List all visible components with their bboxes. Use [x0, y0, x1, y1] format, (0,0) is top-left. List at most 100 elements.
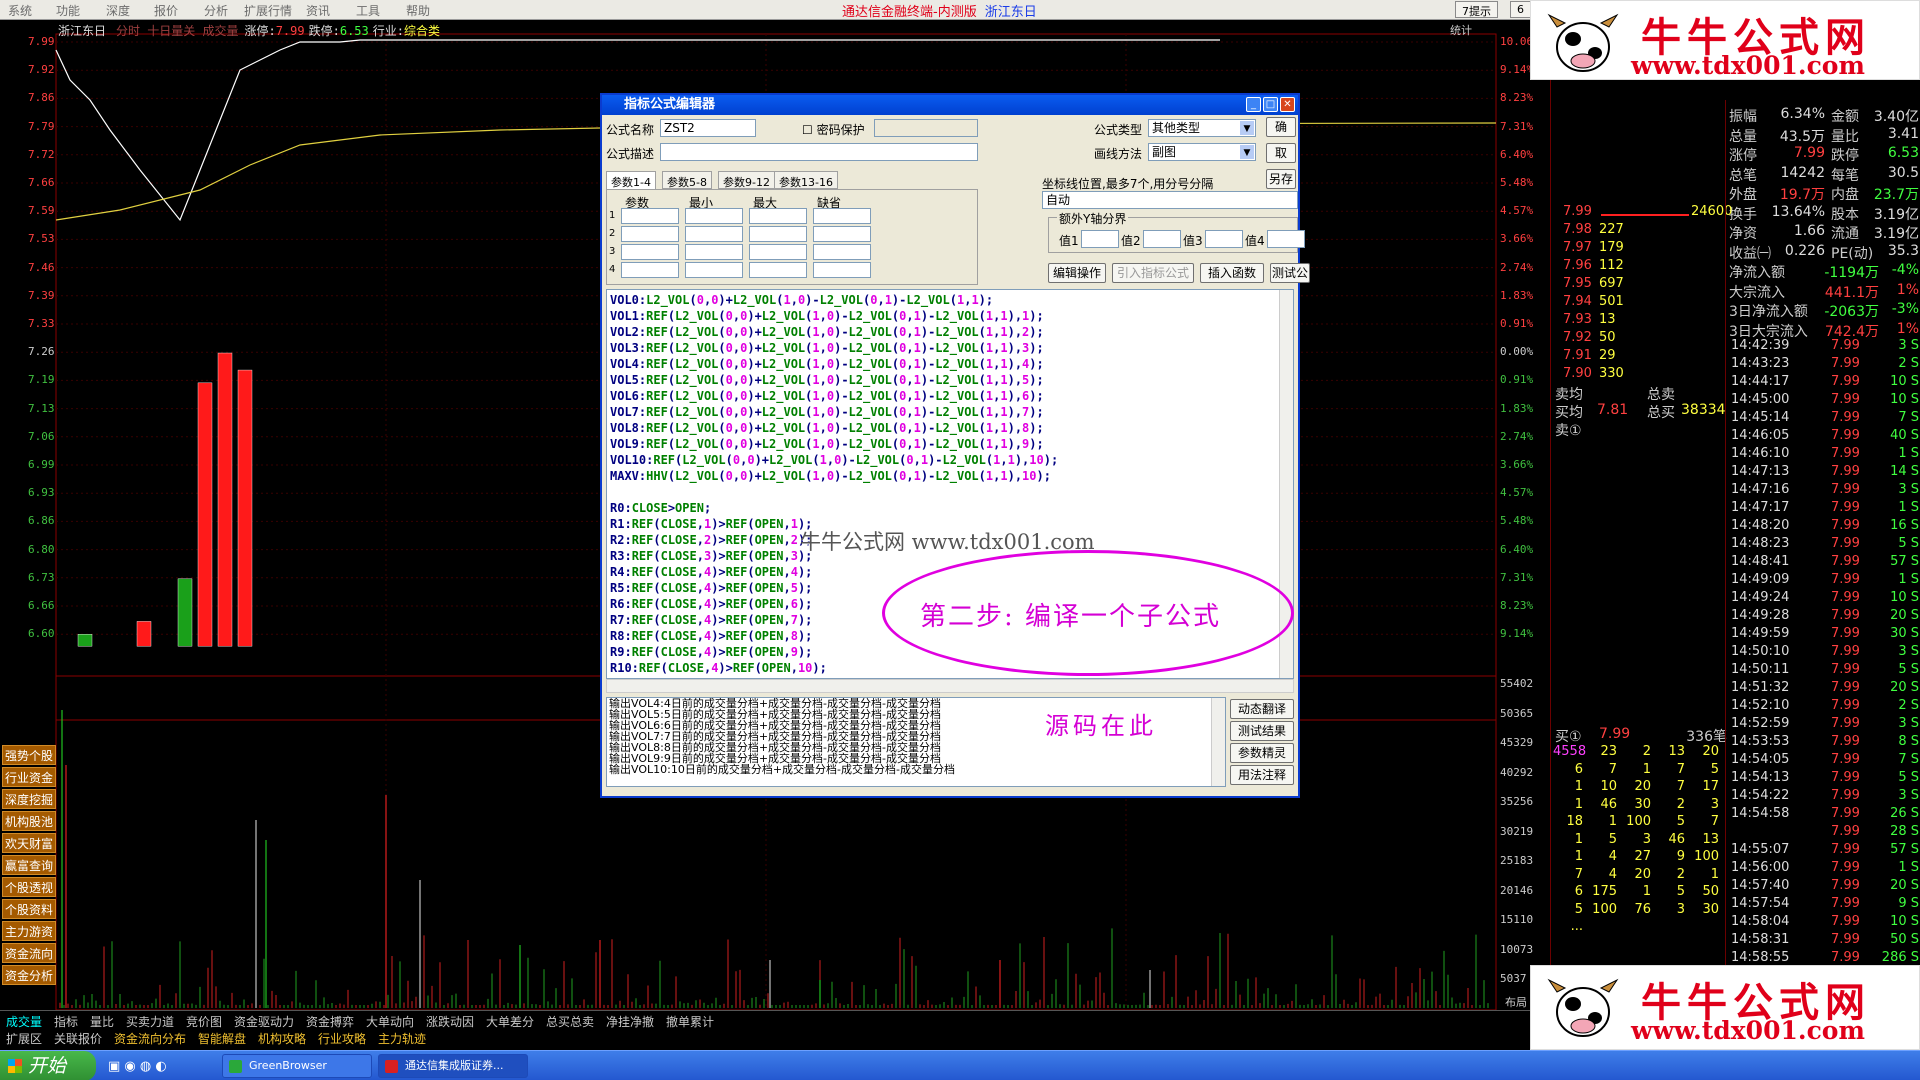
left-tab[interactable]: 欢天财富	[2, 833, 56, 853]
formula-type-select[interactable]: 其他类型 ▼	[1148, 119, 1256, 137]
left-tab[interactable]: 资金分析	[2, 965, 56, 985]
param-input[interactable]	[621, 244, 679, 260]
param-input[interactable]	[813, 208, 871, 224]
formula-desc-input[interactable]	[660, 143, 978, 161]
tip-button[interactable]: 7提示	[1455, 1, 1498, 18]
param-input[interactable]	[813, 226, 871, 242]
maximize-button[interactable]: □	[1263, 97, 1278, 112]
password-input[interactable]	[874, 119, 978, 137]
ok-button[interactable]: 确	[1266, 117, 1296, 137]
param-tab[interactable]: 参数5-8	[662, 171, 712, 189]
queue-cell: 2	[1676, 796, 1685, 812]
draw-method-select[interactable]: 副图 ▼	[1148, 143, 1256, 161]
menu-item[interactable]: 资讯	[306, 2, 330, 19]
side-button[interactable]: 测试结果	[1230, 721, 1294, 741]
extension-tab[interactable]: 主力轨迹	[378, 1030, 426, 1047]
extension-tab[interactable]: 智能解盘	[198, 1030, 246, 1047]
start-button[interactable]: 开始	[0, 1051, 96, 1080]
code-line[interactable]: VOL2:REF(L2_VOL(0,0)+L2_VOL(1,0)-L2_VOL(…	[610, 324, 1058, 340]
param-tab[interactable]: 参数13-16	[774, 171, 838, 189]
menu-item[interactable]: 工具	[356, 2, 380, 19]
param-input[interactable]	[685, 244, 743, 260]
code-hscrollbar[interactable]	[606, 679, 1294, 693]
top-button[interactable]: 6	[1510, 1, 1531, 18]
left-tab[interactable]: 赢富查询	[2, 855, 56, 875]
left-tab[interactable]: 行业资金	[2, 767, 56, 787]
code-line[interactable]	[610, 484, 1058, 500]
editor-button[interactable]: 引入指标公式	[1112, 263, 1194, 283]
code-line[interactable]: VOL0:L2_VOL(0,0)+L2_VOL(1,0)-L2_VOL(0,1)…	[610, 292, 1058, 308]
param-input[interactable]	[749, 226, 807, 242]
output-scrollbar[interactable]	[1211, 698, 1225, 786]
cancel-button[interactable]: 取	[1266, 143, 1296, 163]
axis-input[interactable]: 自动	[1042, 191, 1298, 209]
param-input[interactable]	[621, 226, 679, 242]
menu-item[interactable]: 功能	[56, 2, 80, 19]
code-line[interactable]: VOL9:REF(L2_VOL(0,0)+L2_VOL(1,0)-L2_VOL(…	[610, 436, 1058, 452]
code-line[interactable]: VOL1:REF(L2_VOL(0,0)+L2_VOL(1,0)-L2_VOL(…	[610, 308, 1058, 324]
menu-item[interactable]: 报价	[154, 2, 178, 19]
stats-label[interactable]: 统计	[1450, 22, 1472, 38]
code-line[interactable]: VOL5:REF(L2_VOL(0,0)+L2_VOL(1,0)-L2_VOL(…	[610, 372, 1058, 388]
param-input[interactable]	[685, 262, 743, 278]
left-tab[interactable]: 个股透视	[2, 877, 56, 897]
menu-item[interactable]: 分析	[204, 2, 228, 19]
code-line[interactable]: R0:CLOSE>OPEN;	[610, 500, 1058, 516]
extension-tab[interactable]: 关联报价	[54, 1030, 102, 1047]
code-line[interactable]: VOL7:REF(L2_VOL(0,0)+L2_VOL(1,0)-L2_VOL(…	[610, 404, 1058, 420]
left-tab[interactable]: 强势个股	[2, 745, 56, 765]
quicklaunch-icon[interactable]: ▣ ◉ ◍ ◐	[108, 1059, 167, 1074]
extension-tab[interactable]: 扩展区	[6, 1030, 42, 1047]
side-button[interactable]: 动态翻译	[1230, 699, 1294, 719]
code-line[interactable]: VOL4:REF(L2_VOL(0,0)+L2_VOL(1,0)-L2_VOL(…	[610, 356, 1058, 372]
close-button[interactable]: ✕	[1280, 97, 1295, 112]
param-input[interactable]	[621, 208, 679, 224]
menu-item[interactable]: 系统	[8, 2, 32, 19]
extension-tab[interactable]: 行业攻略	[318, 1030, 366, 1047]
param-input[interactable]	[749, 262, 807, 278]
minimize-button[interactable]: _	[1246, 97, 1261, 112]
save-as-button[interactable]: 另存	[1266, 169, 1296, 189]
code-line[interactable]: VOL8:REF(L2_VOL(0,0)+L2_VOL(1,0)-L2_VOL(…	[610, 420, 1058, 436]
left-tab[interactable]: 主力游资	[2, 921, 56, 941]
editor-button[interactable]: 编辑操作	[1048, 263, 1106, 283]
param-input[interactable]	[749, 244, 807, 260]
val-input[interactable]	[1143, 230, 1181, 248]
code-line[interactable]: VOL3:REF(L2_VOL(0,0)+L2_VOL(1,0)-L2_VOL(…	[610, 340, 1058, 356]
code-line[interactable]: MAXV:HHV(L2_VOL(0,0)+L2_VOL(1,0)-L2_VOL(…	[610, 468, 1058, 484]
side-button[interactable]: 参数精灵	[1230, 743, 1294, 763]
task-tdx[interactable]: 通达信集成版证券...	[378, 1054, 528, 1078]
password-checkbox[interactable]: ☐ 密码保护	[802, 121, 865, 138]
code-line[interactable]: VOL10:REF(L2_VOL(0,0)+L2_VOL(1,0)-L2_VOL…	[610, 452, 1058, 468]
chevron-down-icon[interactable]: ▼	[1240, 145, 1254, 159]
param-tab[interactable]: 参数9-12	[718, 171, 775, 189]
val-input[interactable]	[1267, 230, 1305, 248]
left-tab[interactable]: 资金流向	[2, 943, 56, 963]
left-tab[interactable]: 个股资料	[2, 899, 56, 919]
tick-time: 14:52:59	[1731, 716, 1790, 731]
left-tab[interactable]: 深度挖掘	[2, 789, 56, 809]
editor-button[interactable]: 测试公	[1270, 263, 1310, 283]
val-input[interactable]	[1081, 230, 1119, 248]
extension-tab[interactable]: 资金流向分布	[114, 1030, 186, 1047]
param-input[interactable]	[685, 208, 743, 224]
layout-label[interactable]: 布局	[1505, 994, 1527, 1010]
extension-tab[interactable]: 机构攻略	[258, 1030, 306, 1047]
menu-item[interactable]: 深度	[106, 2, 130, 19]
menu-item[interactable]: 扩展行情	[244, 2, 292, 19]
param-input[interactable]	[621, 262, 679, 278]
chevron-down-icon[interactable]: ▼	[1240, 121, 1254, 135]
left-tab[interactable]: 机构股池	[2, 811, 56, 831]
param-tab[interactable]: 参数1-4	[606, 171, 656, 189]
task-greenbrowser[interactable]: GreenBrowser	[222, 1054, 372, 1078]
val-input[interactable]	[1205, 230, 1243, 248]
param-input[interactable]	[813, 244, 871, 260]
param-input[interactable]	[813, 262, 871, 278]
menu-item[interactable]: 帮助	[406, 2, 430, 19]
param-input[interactable]	[685, 226, 743, 242]
formula-name-input[interactable]: ZST2	[660, 119, 756, 137]
code-line[interactable]: VOL6:REF(L2_VOL(0,0)+L2_VOL(1,0)-L2_VOL(…	[610, 388, 1058, 404]
side-button[interactable]: 用法注释	[1230, 765, 1294, 785]
editor-button[interactable]: 插入函数	[1200, 263, 1264, 283]
param-input[interactable]	[749, 208, 807, 224]
